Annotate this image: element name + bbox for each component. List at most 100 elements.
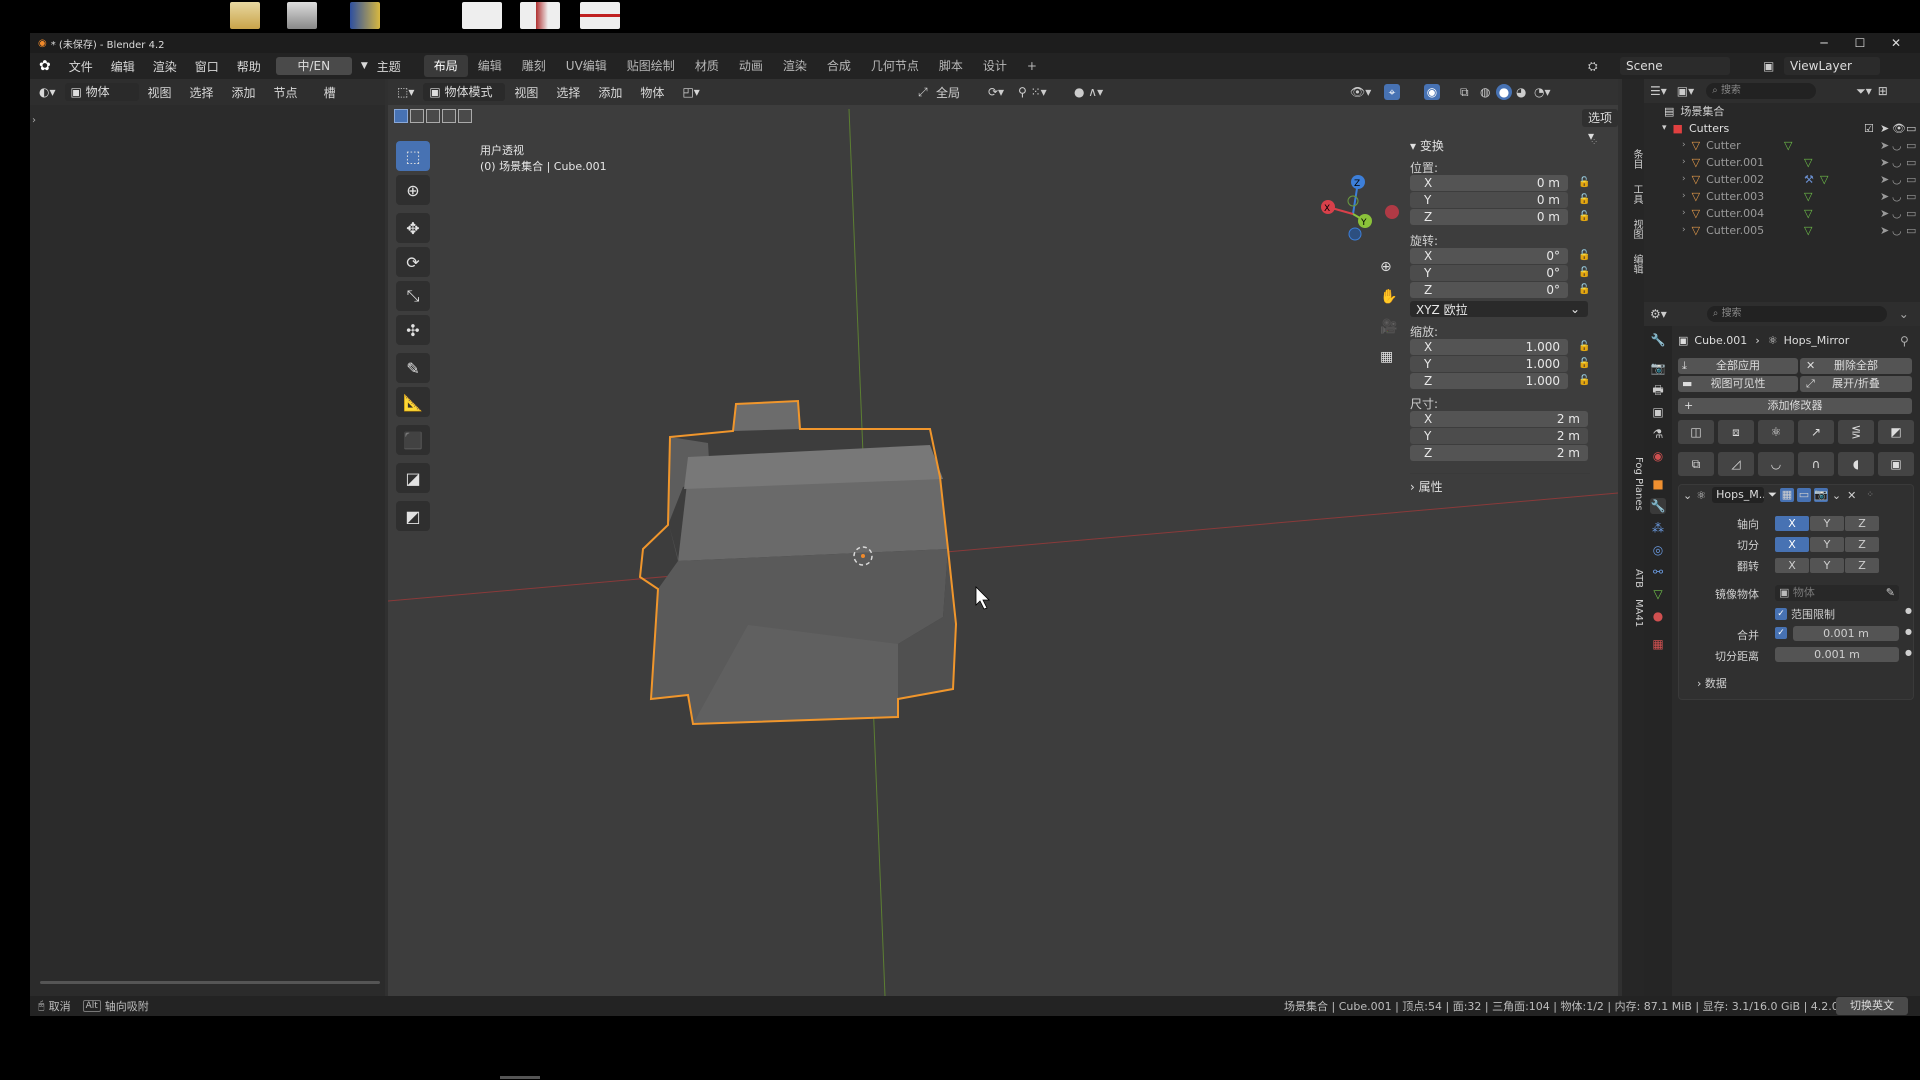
- tab-shading[interactable]: 材质: [685, 55, 729, 77]
- wireframe-modifier-icon[interactable]: ◿: [1718, 452, 1754, 476]
- transform-orientation-select[interactable]: 全局: [936, 84, 960, 101]
- view-layer-selector[interactable]: ViewLayer: [1784, 57, 1880, 75]
- tab-tool[interactable]: 工具: [1622, 184, 1644, 204]
- clip-checkbox-row[interactable]: ✓ 范围限制: [1775, 606, 1835, 622]
- triangulate-modifier-icon[interactable]: ◩: [1878, 420, 1914, 444]
- annotate-tool[interactable]: ✎: [396, 353, 430, 383]
- axis-x-toggle[interactable]: X: [1775, 516, 1809, 531]
- menu-help[interactable]: 帮助: [228, 58, 270, 75]
- maximize-icon[interactable]: ☐: [1842, 33, 1878, 53]
- tab-scripting[interactable]: 脚本: [929, 55, 973, 77]
- chevron-down-icon[interactable]: ⌄: [1832, 489, 1841, 502]
- outliner-item-row[interactable]: › ▽ Cutter.001 ▽ ➤ ◡ ▭: [1644, 154, 1920, 170]
- select-arrow-icon[interactable]: ➤: [1880, 224, 1889, 237]
- select-arrow-icon[interactable]: ➤: [1880, 190, 1889, 203]
- dimension-x-field[interactable]: X 2 m: [1410, 411, 1588, 427]
- tab-uv-editing[interactable]: UV编辑: [556, 55, 617, 77]
- scale-x-field[interactable]: X 1.000: [1410, 339, 1568, 355]
- eye-icon[interactable]: 👁: [1892, 122, 1906, 135]
- tab-animation[interactable]: 动画: [729, 55, 773, 77]
- dropdown-arrow-icon[interactable]: ▼: [352, 61, 377, 71]
- measure-tool[interactable]: 📐: [396, 387, 430, 417]
- blender-menu-icon[interactable]: ✿: [30, 58, 60, 74]
- select-intersect-icon[interactable]: [458, 109, 472, 123]
- realtime-display-icon[interactable]: ▭: [1796, 488, 1811, 502]
- keyframe-dot-icon[interactable]: ●: [1905, 606, 1912, 615]
- expand-collapse-button[interactable]: ⤢ 展开/折叠: [1800, 376, 1912, 392]
- desktop-file-icon[interactable]: [520, 2, 560, 29]
- select-box-tool[interactable]: ⬚: [396, 141, 430, 171]
- editor-type-icon[interactable]: ◐▾: [30, 85, 65, 99]
- menu-window[interactable]: 窗口: [186, 58, 228, 75]
- hops-icon[interactable]: ◰▾: [673, 85, 708, 99]
- axis-z-toggle[interactable]: Z: [1845, 516, 1879, 531]
- outliner-root-row[interactable]: ▤ 场景集合: [1644, 103, 1920, 119]
- checkbox-icon[interactable]: ☑: [1864, 122, 1874, 135]
- vp-menu-add[interactable]: 添加: [589, 84, 631, 101]
- dimension-y-field[interactable]: Y 2 m: [1410, 428, 1588, 444]
- camera-icon[interactable]: ▭: [1906, 139, 1916, 152]
- object-tab-icon[interactable]: ■: [1650, 476, 1666, 492]
- camera-icon[interactable]: ▭: [1906, 190, 1916, 203]
- scene-icon[interactable]: ⛭: [1588, 59, 1598, 74]
- bevel-modifier-icon[interactable]: ◫: [1678, 420, 1714, 444]
- vp-menu-object[interactable]: 物体: [631, 84, 673, 101]
- lock-icon[interactable]: 🔓: [1578, 250, 1592, 262]
- left-menu-select[interactable]: 选择: [181, 84, 223, 101]
- scene-tab-icon[interactable]: ⚗: [1650, 426, 1666, 442]
- cursor-tool[interactable]: ⊕: [396, 175, 430, 205]
- tab-layout[interactable]: 布局: [423, 55, 468, 77]
- desktop-file-icon[interactable]: [350, 2, 380, 29]
- eye-closed-icon[interactable]: ◡: [1892, 224, 1902, 237]
- lock-icon[interactable]: 🔓: [1578, 375, 1592, 387]
- dimension-z-field[interactable]: Z 2 m: [1410, 445, 1588, 461]
- gizmo-toggle-icon[interactable]: ⌖: [1384, 84, 1400, 100]
- left-mode-select[interactable]: ▣ 物体: [64, 83, 139, 101]
- left-menu-add[interactable]: 添加: [223, 84, 265, 101]
- data-subpanel-header[interactable]: › 数据: [1697, 675, 1727, 691]
- tab-rendering[interactable]: 渲染: [773, 55, 817, 77]
- select-arrow-icon[interactable]: ➤: [1880, 173, 1889, 186]
- view-layer-tab-icon[interactable]: ▣: [1650, 404, 1666, 420]
- tab-fog-planes[interactable]: Fog Planes: [1622, 457, 1644, 511]
- add-cube-tool[interactable]: ⬛: [396, 425, 430, 455]
- tool-tab-icon[interactable]: 🔧: [1650, 332, 1666, 348]
- flip-z-toggle[interactable]: Z: [1845, 558, 1879, 573]
- eye-closed-icon[interactable]: ◡: [1892, 190, 1902, 203]
- close-icon[interactable]: ✕: [1878, 33, 1914, 53]
- particles-tab-icon[interactable]: ⁂: [1650, 520, 1666, 536]
- bisect-distance-field[interactable]: 0.001 m: [1775, 647, 1899, 662]
- drag-handle-icon[interactable]: ⁘: [1590, 137, 1598, 148]
- bisect-y-toggle[interactable]: Y: [1810, 537, 1844, 552]
- perspective-toggle-icon[interactable]: ▦: [1380, 349, 1393, 365]
- output-tab-icon[interactable]: 🖶: [1650, 382, 1666, 398]
- scene-selector[interactable]: Scene: [1620, 57, 1730, 75]
- lock-icon[interactable]: 🔓: [1578, 358, 1592, 370]
- scale-tool[interactable]: ⤡: [396, 281, 430, 311]
- rotate-tool[interactable]: ⟳: [396, 247, 430, 277]
- switch-language-button[interactable]: 切换英文: [1836, 997, 1908, 1015]
- delete-all-button[interactable]: ✕ 删除全部: [1800, 358, 1912, 374]
- select-new-icon[interactable]: [394, 109, 408, 123]
- location-y-field[interactable]: Y 0 m: [1410, 192, 1568, 208]
- render-display-icon[interactable]: 📷: [1813, 488, 1828, 502]
- mirror-object-field[interactable]: ▣ 物体 ✎: [1775, 585, 1899, 601]
- lock-icon[interactable]: 🔓: [1578, 341, 1592, 353]
- tab-item[interactable]: 条目: [1622, 149, 1644, 169]
- left-editor[interactable]: ◐▾ ▣ 物体 视图 选择 添加 节点 槽 ›: [30, 79, 385, 996]
- hardops-tool[interactable]: ◩: [396, 501, 430, 531]
- outliner-item-row[interactable]: › ▽ Cutter.002 ⚒ ▽ ➤ ◡ ▭: [1644, 171, 1920, 187]
- 3d-viewport[interactable]: Z X Y ⬚▾ ▣ 物体模式 视图 选择 添加 物体 ◰▾ ⤢ 全局 ⟳▾ ⚲…: [388, 79, 1618, 996]
- tab-modeling[interactable]: 编辑: [468, 55, 512, 77]
- modifier-tab-icon[interactable]: 🔧: [1650, 498, 1666, 514]
- eye-closed-icon[interactable]: ◡: [1892, 156, 1902, 169]
- close-icon[interactable]: ✕: [1847, 489, 1856, 502]
- expand-arrow-icon[interactable]: ›: [32, 115, 36, 126]
- viewport-visibility-button[interactable]: ▬ 视图可见性: [1678, 376, 1798, 392]
- snap-icon[interactable]: ⚲ ⁙▾: [1018, 85, 1047, 99]
- boolean-modifier-icon[interactable]: ⧉: [1678, 452, 1714, 476]
- axis-y-toggle[interactable]: Y: [1810, 516, 1844, 531]
- outliner-search-field[interactable]: ⌕ 搜索: [1706, 83, 1817, 99]
- camera-icon[interactable]: ▭: [1906, 224, 1916, 237]
- new-collection-icon[interactable]: ⊞: [1878, 84, 1888, 98]
